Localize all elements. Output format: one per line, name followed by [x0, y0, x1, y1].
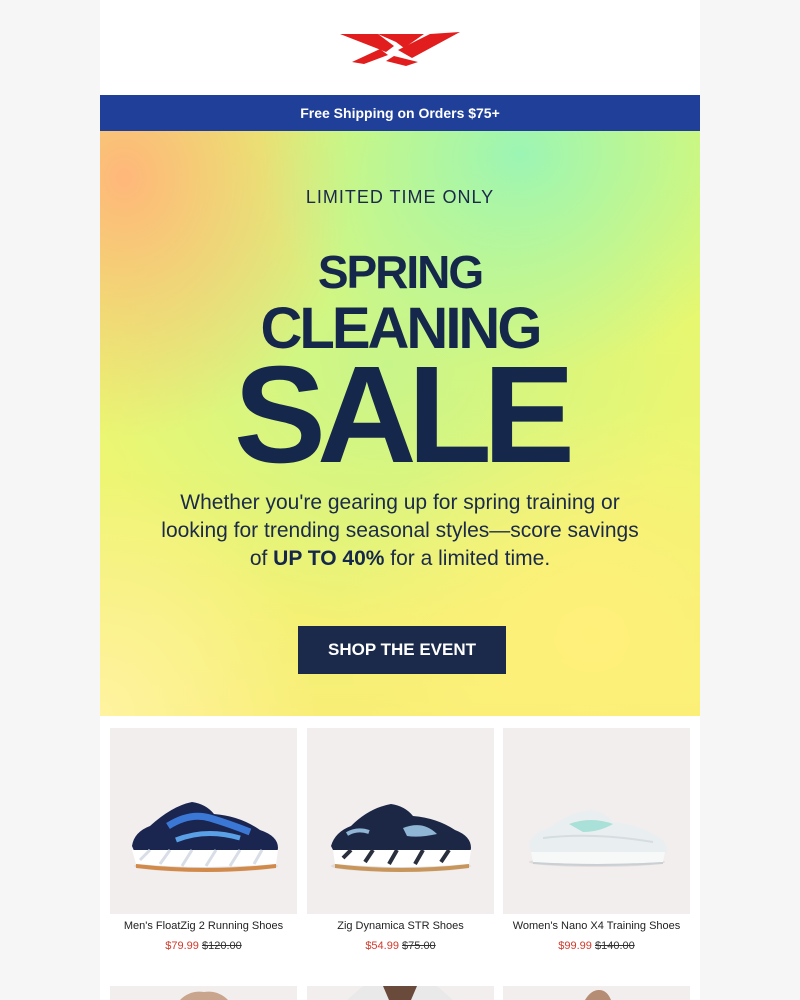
header	[100, 0, 700, 95]
original-price: $75.00	[402, 940, 436, 952]
sale-price: $79.99	[165, 940, 199, 952]
product-image[interactable]	[503, 986, 690, 1000]
email-container: Free Shipping on Orders $75+ LIMITED TIM…	[100, 0, 700, 1000]
apparel-model-icon	[180, 991, 228, 1000]
hero-description-end: for a limited time.	[384, 547, 551, 570]
shop-the-event-button[interactable]: SHOP THE EVENT	[298, 626, 506, 674]
product-image[interactable]	[307, 986, 494, 1000]
sale-price: $54.99	[365, 940, 399, 952]
product-image[interactable]	[503, 728, 690, 914]
product-grid: Men's FloatZig 2 Running Shoes $79.99 $1…	[100, 716, 700, 986]
free-shipping-text: Free Shipping on Orders $75+	[300, 105, 500, 121]
hero-kicker: LIMITED TIME ONLY	[305, 187, 495, 207]
product-name[interactable]: Zig Dynamica STR Shoes	[307, 918, 494, 934]
hero-banner: LIMITED TIME ONLY SPRING CLEANING SALE W…	[100, 131, 700, 716]
white-training-shoe-icon	[529, 810, 667, 867]
free-shipping-banner[interactable]: Free Shipping on Orders $75+	[100, 95, 700, 131]
navy-sneaker-icon	[331, 804, 471, 872]
blue-running-shoe-icon	[132, 802, 278, 872]
hero-title-spring: SPRING	[317, 246, 484, 298]
apparel-model-icon	[585, 990, 611, 1000]
hero-description: Whether you're gearing up for spring tra…	[160, 489, 640, 573]
hero-title-sale: SALE	[233, 338, 575, 492]
product-image[interactable]	[110, 986, 297, 1000]
reebok-delta-logo-icon[interactable]	[338, 28, 462, 68]
product-image[interactable]	[110, 728, 297, 914]
original-price: $120.00	[201, 940, 242, 952]
next-product-row	[0, 986, 800, 1000]
sale-price: $99.99	[558, 940, 592, 952]
product-name[interactable]: Women's Nano X4 Training Shoes	[503, 918, 690, 934]
product-card[interactable]: Zig Dynamica STR Shoes $54.99 $75.00	[307, 728, 494, 954]
product-prices: $54.99 $75.00	[307, 938, 494, 954]
apparel-model-icon	[347, 986, 453, 1000]
product-prices: $79.99 $120.00	[110, 938, 297, 954]
original-price: $140.00	[594, 940, 635, 952]
product-prices: $99.99 $140.00	[503, 938, 690, 954]
hero-discount-highlight: UP TO 40%	[273, 547, 385, 570]
product-card[interactable]: Women's Nano X4 Training Shoes $99.99 $1…	[503, 728, 690, 954]
product-image[interactable]	[307, 728, 494, 914]
product-name[interactable]: Men's FloatZig 2 Running Shoes	[110, 918, 297, 934]
product-card[interactable]: Men's FloatZig 2 Running Shoes $79.99 $1…	[110, 728, 297, 954]
